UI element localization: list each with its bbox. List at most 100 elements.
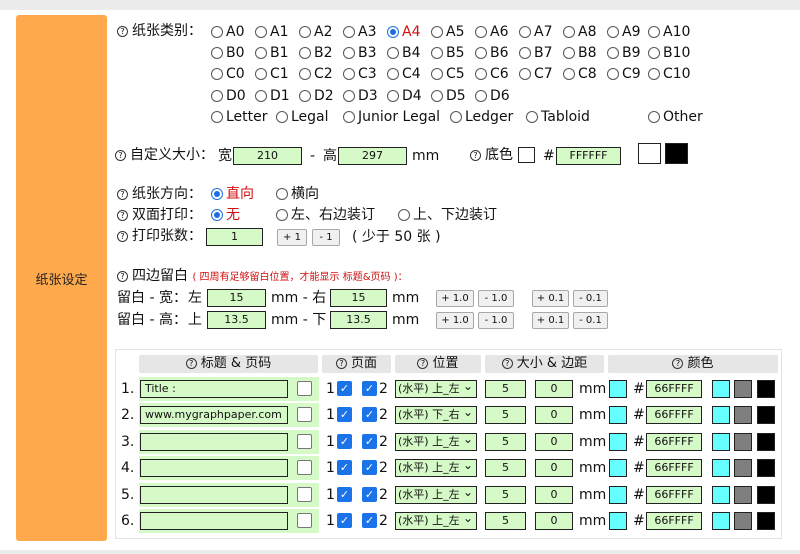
width-plus-01-button[interactable]: + 0.1 bbox=[532, 290, 569, 307]
paper-radio[interactable]: B4 bbox=[387, 44, 421, 62]
paper-radio[interactable]: A4 bbox=[387, 23, 420, 41]
page-2-checkbox[interactable]: ✓ bbox=[362, 460, 377, 476]
paper-radio[interactable]: C2 bbox=[299, 65, 333, 83]
width-plus-1-button[interactable]: + 1.0 bbox=[436, 290, 474, 307]
color-input[interactable]: 66FFFF bbox=[646, 512, 702, 530]
height-minus-1-button[interactable]: - 1.0 bbox=[478, 312, 514, 329]
help-icon[interactable]: ? bbox=[117, 189, 128, 200]
color-picker[interactable] bbox=[609, 512, 627, 530]
page-1-checkbox[interactable]: ✓ bbox=[337, 407, 352, 423]
color-input[interactable]: 66FFFF bbox=[646, 432, 702, 451]
paper-radio[interactable]: C5 bbox=[431, 65, 465, 83]
position-select[interactable]: (水平) 上_左 bbox=[395, 459, 477, 478]
page-1-checkbox[interactable]: ✓ bbox=[337, 433, 352, 449]
duplex-top-bottom-radio[interactable]: 上、下边装订 bbox=[398, 206, 497, 224]
height-minus-01-button[interactable]: - 0.1 bbox=[573, 312, 608, 329]
title-checkbox[interactable] bbox=[297, 513, 312, 528]
width-minus-1-button[interactable]: - 1.0 bbox=[478, 290, 514, 307]
paper-radio[interactable]: A10 bbox=[648, 23, 690, 41]
title-checkbox[interactable] bbox=[297, 433, 312, 449]
gray-swatch[interactable] bbox=[734, 406, 752, 425]
paper-radio[interactable]: A3 bbox=[343, 23, 376, 41]
copies-minus-button[interactable]: - 1 bbox=[312, 229, 340, 246]
margin-right-input[interactable]: 15 bbox=[330, 289, 387, 307]
margin-bottom-input[interactable]: 13.5 bbox=[330, 311, 387, 329]
position-select[interactable]: (水平) 上_左 bbox=[395, 380, 477, 398]
paper-radio[interactable]: Letter bbox=[211, 108, 268, 126]
cyan-swatch[interactable] bbox=[712, 406, 730, 425]
bg-color-picker[interactable] bbox=[518, 147, 535, 163]
black-swatch[interactable] bbox=[757, 485, 775, 504]
position-select[interactable]: (水平) 上_左 bbox=[395, 485, 477, 504]
paper-radio[interactable]: A7 bbox=[519, 23, 552, 41]
size-input[interactable]: 5 bbox=[485, 459, 526, 478]
title-input[interactable] bbox=[140, 512, 288, 530]
page-2-checkbox[interactable]: ✓ bbox=[362, 381, 377, 396]
paper-radio[interactable]: C9 bbox=[607, 65, 641, 83]
paper-radio[interactable]: B9 bbox=[607, 44, 641, 62]
title-input[interactable] bbox=[140, 459, 288, 478]
title-checkbox[interactable] bbox=[297, 407, 312, 423]
copies-input[interactable]: 1 bbox=[206, 228, 263, 246]
paper-radio-other[interactable]: Other bbox=[648, 108, 703, 126]
black-swatch[interactable] bbox=[665, 143, 688, 164]
help-icon[interactable]: ? bbox=[117, 231, 128, 242]
paper-radio[interactable]: B7 bbox=[519, 44, 553, 62]
margin-input[interactable]: 0 bbox=[535, 380, 573, 398]
paper-radio[interactable]: D4 bbox=[387, 87, 422, 105]
paper-radio[interactable]: C10 bbox=[648, 65, 691, 83]
size-input[interactable]: 5 bbox=[485, 485, 526, 504]
paper-radio[interactable]: Legal bbox=[276, 108, 329, 126]
help-icon[interactable]: ? bbox=[470, 150, 481, 161]
title-checkbox[interactable] bbox=[297, 486, 312, 502]
position-select[interactable]: (水平) 下_右 bbox=[395, 406, 477, 425]
paper-radio[interactable]: B10 bbox=[648, 44, 690, 62]
color-input[interactable]: 66FFFF bbox=[646, 406, 702, 425]
margin-input[interactable]: 0 bbox=[535, 459, 573, 478]
orientation-portrait-radio[interactable]: 直向 bbox=[211, 185, 254, 203]
paper-radio[interactable]: D5 bbox=[431, 87, 466, 105]
page-2-checkbox[interactable]: ✓ bbox=[362, 486, 377, 502]
cyan-swatch[interactable] bbox=[712, 485, 730, 504]
size-input[interactable]: 5 bbox=[485, 432, 526, 451]
paper-radio[interactable]: D0 bbox=[211, 87, 246, 105]
gray-swatch[interactable] bbox=[734, 512, 752, 530]
size-input[interactable]: 5 bbox=[485, 406, 526, 425]
width-minus-01-button[interactable]: - 0.1 bbox=[573, 290, 608, 307]
paper-radio[interactable]: B3 bbox=[343, 44, 377, 62]
help-icon[interactable]: ? bbox=[185, 358, 197, 369]
color-input[interactable]: 66FFFF bbox=[646, 459, 702, 478]
black-swatch[interactable] bbox=[757, 406, 775, 425]
margin-left-input[interactable]: 15 bbox=[207, 289, 266, 307]
duplex-left-right-radio[interactable]: 左、右边装订 bbox=[276, 206, 375, 224]
paper-radio[interactable]: Ledger bbox=[450, 108, 513, 126]
white-swatch[interactable] bbox=[638, 143, 661, 164]
copies-plus-button[interactable]: + 1 bbox=[277, 229, 307, 246]
page-2-checkbox[interactable]: ✓ bbox=[362, 407, 377, 423]
gray-swatch[interactable] bbox=[734, 485, 752, 504]
paper-radio[interactable]: C8 bbox=[563, 65, 597, 83]
duplex-none-radio[interactable]: 无 bbox=[211, 206, 240, 224]
margin-top-input[interactable]: 13.5 bbox=[207, 311, 266, 329]
paper-radio[interactable]: B1 bbox=[255, 44, 289, 62]
gray-swatch[interactable] bbox=[734, 432, 752, 451]
bg-color-input[interactable]: FFFFFF bbox=[556, 147, 621, 165]
help-icon[interactable]: ? bbox=[117, 271, 128, 282]
title-input[interactable] bbox=[140, 485, 288, 504]
color-input[interactable]: 66FFFF bbox=[646, 485, 702, 504]
paper-radio[interactable]: A6 bbox=[475, 23, 508, 41]
black-swatch[interactable] bbox=[757, 432, 775, 451]
title-checkbox[interactable] bbox=[297, 381, 312, 396]
help-icon[interactable]: ? bbox=[335, 358, 347, 369]
paper-radio[interactable]: B6 bbox=[475, 44, 509, 62]
margin-input[interactable]: 0 bbox=[535, 406, 573, 425]
page-2-checkbox[interactable]: ✓ bbox=[362, 433, 377, 449]
color-picker[interactable] bbox=[609, 459, 627, 478]
page-2-checkbox[interactable]: ✓ bbox=[362, 513, 377, 528]
margin-input[interactable]: 0 bbox=[535, 512, 573, 530]
paper-radio[interactable]: C6 bbox=[475, 65, 509, 83]
height-plus-01-button[interactable]: + 0.1 bbox=[532, 312, 569, 329]
black-swatch[interactable] bbox=[757, 512, 775, 530]
help-icon[interactable]: ? bbox=[501, 358, 513, 369]
size-input[interactable]: 5 bbox=[485, 512, 526, 530]
